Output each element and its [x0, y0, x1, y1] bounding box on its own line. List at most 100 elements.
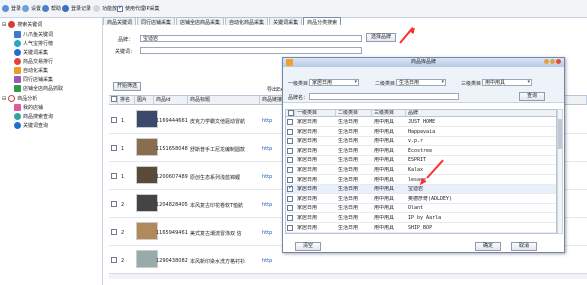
brand-row-checkbox[interactable]	[287, 224, 293, 231]
clear-button[interactable]: 清空	[295, 242, 321, 251]
select-brand-button[interactable]: 选择品牌	[366, 33, 396, 42]
minimize-icon[interactable]	[544, 59, 549, 64]
scroll-thumb[interactable]	[558, 119, 562, 149]
row-product-title: 舒斯普手工尼龙编制圆款	[190, 147, 246, 153]
row-product-id: 11516580481	[156, 146, 188, 152]
row-checkbox[interactable]	[111, 201, 117, 207]
col-product-id[interactable]: 商品id	[154, 96, 188, 105]
brand-row[interactable]: 家居日用 生活日用 用中用具 Happavaia	[286, 128, 556, 137]
sidebar-item-ranking[interactable]: 人气宝排行榜	[14, 40, 53, 47]
brand-input[interactable]: 宝迪岩	[140, 35, 362, 42]
brand-row-cat1: 家居日用	[297, 215, 318, 221]
dialog-title: 商品库品牌	[410, 59, 436, 65]
sidebar-item-keyword-query[interactable]: 关键词查询	[14, 122, 48, 129]
col-image[interactable]: 图片	[135, 96, 154, 105]
brand-row[interactable]: 家居日用 生活日用 用中用具 Kalax	[286, 166, 556, 175]
brand-col-cat2[interactable]: 二级类目	[336, 110, 372, 117]
row-checkbox[interactable]	[111, 229, 117, 235]
row-checkbox[interactable]	[111, 257, 117, 263]
brand-row[interactable]: 家居日用 生活日用 用中用具 SHIP BOP	[286, 224, 556, 233]
cancel-button[interactable]: 取消	[511, 242, 537, 251]
brand-row-cat2: 生活日用	[338, 186, 359, 193]
cat3-select[interactable]: 用中用具	[482, 79, 532, 86]
row-checkbox[interactable]	[111, 145, 117, 151]
cat2-select[interactable]: 生活日用	[396, 79, 446, 86]
tab-peer-shop[interactable]: 同行店铺采集	[137, 17, 176, 26]
brand-row-cat3: 用中用具	[374, 138, 395, 145]
tab-auto[interactable]: 自动化商品采集	[225, 17, 269, 26]
help-item[interactable]: 帮助	[42, 5, 61, 12]
brand-row-checkbox[interactable]	[287, 128, 293, 135]
sidebar-item-keyword-collect[interactable]: 关键词采集	[14, 49, 48, 56]
proxy-checkbox[interactable]: 使用代理IP采集	[117, 4, 160, 12]
brand-row-checkbox[interactable]	[287, 195, 293, 202]
brand-row-checkbox[interactable]	[287, 138, 293, 145]
brand-row-checkbox[interactable]	[287, 176, 293, 183]
settings-item[interactable]: 设置	[22, 5, 41, 12]
sidebar-item-shop-all[interactable]: 店铺全店商品抓取	[14, 85, 63, 92]
login-icon	[2, 5, 9, 12]
login-record-item[interactable]: 登录记录	[62, 5, 91, 12]
brand-name-input[interactable]	[309, 93, 459, 100]
cat1-select[interactable]: 家居日用	[309, 79, 359, 86]
brand-label: 品牌：	[118, 37, 134, 43]
header-checkbox[interactable]	[109, 96, 118, 105]
brand-row[interactable]: 家居日用 生活日用 用中用具 JUST HOME	[286, 118, 556, 127]
sidebar-item-keyword[interactable]: 八爪鱼关键词	[14, 31, 53, 38]
row-product-link[interactable]: http	[262, 258, 290, 264]
brand-row-cat1: 家居日用	[297, 224, 318, 231]
keyword-icon	[14, 31, 21, 38]
brand-row-checkbox[interactable]	[287, 184, 293, 193]
keyword-input[interactable]	[140, 47, 362, 54]
dialog-title-bar: 商品库品牌	[283, 58, 564, 67]
search-button[interactable]: 查询	[519, 92, 545, 101]
brand-row[interactable]: 家居日用 生活日用 用中用具 Ecostree	[286, 147, 556, 156]
col-rank[interactable]: 排名	[118, 96, 135, 105]
login-item[interactable]: 登录	[2, 5, 21, 12]
brand-table-scrollbar[interactable]	[557, 109, 563, 234]
tab-shop-all[interactable]: 店铺全店商品采集	[176, 17, 225, 26]
close-icon[interactable]	[556, 59, 561, 64]
brand-row-checkbox[interactable]	[287, 205, 293, 212]
tab-keyword-collect[interactable]: 关键词采集	[269, 17, 303, 26]
brand-row[interactable]: 家居日用 生活日用 用中用具 v.p.r	[286, 137, 556, 147]
brand-row-checkbox[interactable]	[287, 167, 293, 173]
brand-col-cat1[interactable]: 一级类目	[295, 110, 336, 117]
sidebar-item-auto[interactable]: 自动化采集	[14, 67, 48, 74]
brand-row[interactable]: 家居日用 生活日用 用中用具 奥德彦奇(ADLDEY)	[286, 195, 556, 204]
start-filter-button[interactable]: 开始筛选	[113, 82, 141, 91]
sidebar-item-trade-rank[interactable]: 商品交易排行	[14, 58, 53, 65]
proxy-checkbox-box[interactable]	[117, 4, 123, 12]
row-checkbox[interactable]	[111, 173, 117, 179]
col-product-title[interactable]: 商品标题	[188, 96, 260, 105]
sidebar-group-analysis[interactable]: ⊟ 商品分析	[2, 95, 37, 102]
brand-row[interactable]: 家居日用 生活日用 用中用具 ESPRIT	[286, 156, 556, 166]
sidebar-item-product-search[interactable]: 商品搜索查询	[14, 113, 53, 120]
brand-row[interactable]: 家居日用 生活日用 用中用具 IP by Aarla	[286, 214, 556, 223]
brand-col-cat3[interactable]: 三级类目	[372, 110, 406, 117]
row-checkbox[interactable]	[111, 117, 117, 123]
brand-row-name: IP by Aarla	[408, 215, 442, 221]
brand-col-brand[interactable]: 品牌	[406, 110, 556, 117]
tab-keyword[interactable]: 商品关键词	[103, 17, 137, 26]
sidebar-item-my-shop[interactable]: 我的店铺	[14, 104, 43, 111]
brand-row-cat2: 生活日用	[338, 167, 359, 173]
brand-table: 一级类目 二级类目 三级类目 品牌 家居日用 生活日用 用中用具 JUST HOME 家…	[285, 109, 557, 234]
product-thumbnail	[136, 166, 158, 184]
maximize-icon[interactable]	[550, 59, 555, 64]
horizontal-scrollbar[interactable]	[109, 273, 587, 279]
brand-row-checkbox[interactable]	[287, 119, 293, 125]
sidebar: ⊟ 搜索关键词 八爪鱼关键词 人气宝排行榜 关键词采集 商品交易排行 自动化采集…	[0, 18, 103, 285]
ok-button[interactable]: 确定	[475, 242, 501, 251]
filter-bar: 一级类目： 家居日用 二级类目： 生活日用 三级类目： 用中用具 品牌名： 查询	[283, 67, 564, 103]
sidebar-group-search[interactable]: ⊟ 搜索关键词	[2, 21, 42, 28]
brand-row-checkbox[interactable]	[287, 147, 293, 154]
row-rank: 1	[121, 118, 125, 124]
brand-row-checkbox[interactable]	[287, 157, 293, 164]
brand-header-checkbox[interactable]	[286, 110, 295, 117]
brand-row-cat2: 生活日用	[338, 128, 359, 135]
brand-row[interactable]: 家居日用 生活日用 用中用具 Olant	[286, 204, 556, 214]
brand-row-checkbox[interactable]	[287, 215, 293, 221]
sidebar-item-peer-shop[interactable]: 同行店铺采集	[14, 76, 53, 83]
tab-category-search[interactable]: 商品分类搜索	[303, 17, 342, 26]
